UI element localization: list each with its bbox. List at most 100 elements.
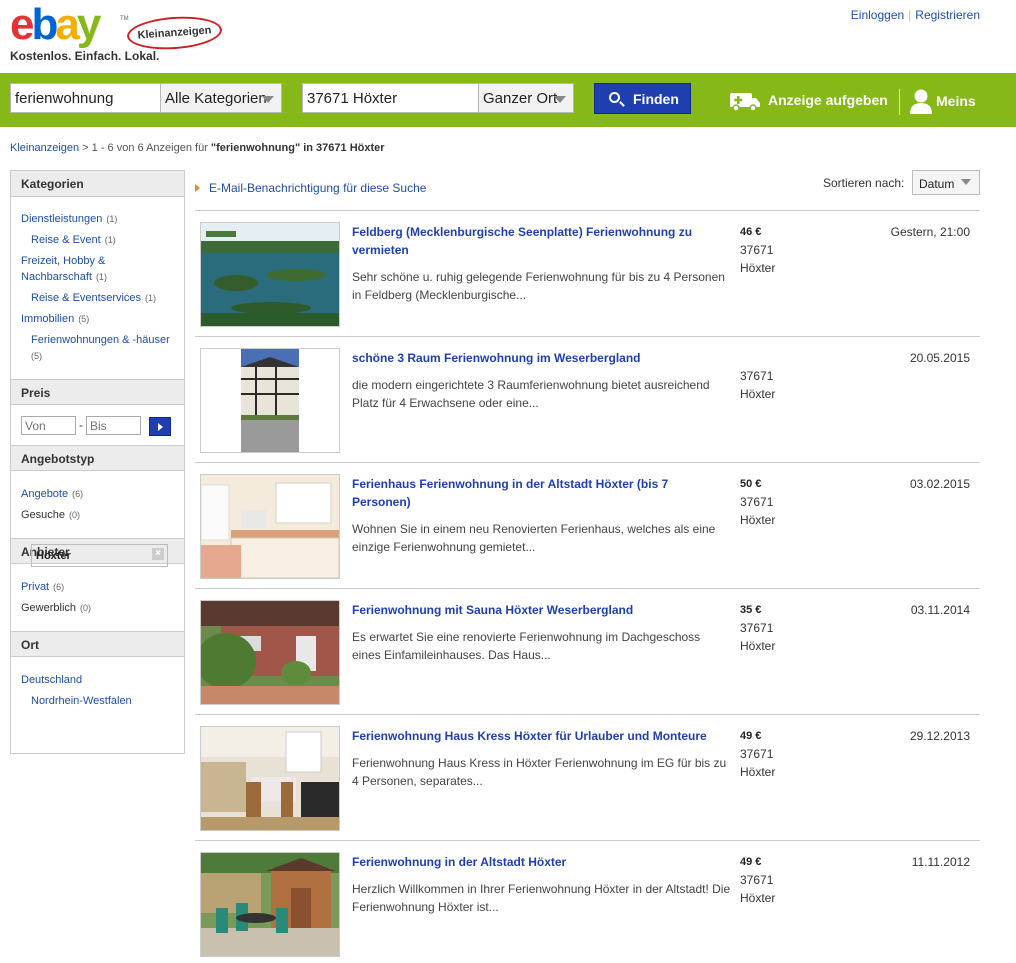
user-icon [910,89,932,114]
lake-photo [201,223,339,326]
account-links: Einloggen | Registrieren [851,8,980,22]
listing-thumbnail[interactable] [200,222,340,327]
category-link-reise-event[interactable]: Reise & Event (1) [31,232,116,248]
listing-price: 46 € [740,226,762,238]
listing-title-link[interactable]: Ferienwohnung Haus Kress Höxter für Urla… [352,727,722,745]
category-link-ferienwohnungen[interactable]: Ferienwohnungen & -häuser (5) [31,332,181,364]
register-link[interactable]: Registrieren [915,8,980,22]
category-count: (5) [31,351,42,361]
category-link-dienstleistungen[interactable]: Dienstleistungen (1) [21,211,117,227]
listing-date: 03.02.2015 [909,477,970,491]
listing-description: Herzlich Willkommen in Ihrer Ferienwohnu… [352,882,731,914]
login-link[interactable]: Einloggen [851,8,904,22]
ebay-kleinanzeigen-logo[interactable]: ebay TM Kleinanzeigen [10,0,224,53]
category-link-label-line2: Nachbarschaft [21,271,92,283]
chevron-down-icon [554,96,566,103]
my-account-label: Meins [936,93,976,109]
email-alert-label: E-Mail-Benachrichtigung für diese Suche [209,181,427,195]
logo-letter-e: e [10,0,35,49]
category-select-value: Alle Kategorien [165,90,267,107]
listing-thumbnail[interactable] [200,348,340,453]
listing-price: 35 € [740,604,762,616]
listing-description: Ferienwohnung Haus Kress in Höxter Ferie… [352,756,727,788]
half-timbered-house-photo [201,349,339,452]
post-ad-truck-icon [730,93,760,112]
search-query-input[interactable]: ferienwohnung [10,83,161,113]
sort-label: Sortieren nach: [823,176,905,190]
result-count-text: > 1 - 6 von 6 Anzeigen für [79,142,211,154]
close-icon[interactable]: × [152,548,164,560]
listing-row[interactable]: Ferienwohnung in der Altstadt Höxter Her… [195,841,980,963]
category-link-label: Dienstleistungen [21,213,103,225]
tagline: Kostenlos. Einfach. Lokal. [10,49,160,63]
provider-count: (0) [80,603,92,613]
radius-select[interactable]: Ganzer Ort [478,83,574,113]
find-button[interactable]: Finden [594,83,691,114]
listing-row[interactable]: Ferienwohnung mit Sauna Höxter Weserberg… [195,589,980,715]
kleinanzeigen-badge: Kleinanzeigen [125,13,224,53]
category-select[interactable]: Alle Kategorien [160,83,282,113]
price-heading: Preis [11,379,184,405]
listing-row[interactable]: Ferienwohnung Haus Kress Höxter für Urla… [195,715,980,841]
dining-room-photo [201,727,339,830]
price-to-input[interactable] [86,416,141,435]
listing-title-link[interactable]: Ferienwohnung mit Sauna Höxter Weserberg… [352,601,722,619]
category-link-label: Freizeit, Hobby & [21,255,106,267]
location-chip-label: Höxter [36,550,71,562]
price-range-dash: - [79,418,83,432]
category-link-freizeit[interactable]: Freizeit, Hobby & Nachbarschaft (1) [21,253,107,285]
offer-type-count: (6) [72,489,84,499]
category-count: (1) [106,214,118,224]
listing-row[interactable]: Feldberg (Mecklenburgische Seenplatte) F… [195,211,980,337]
category-link-immobilien[interactable]: Immobilien (5) [21,311,89,327]
search-bar: ferienwohnung Alle Kategorien 37671 Höxt… [0,73,1016,127]
categories-heading: Kategorien [11,171,184,197]
listing-row[interactable]: Ferienhaus Ferienwohnung in der Altstadt… [195,463,980,589]
listing-city: Höxter [740,387,776,401]
listing-price: 50 € [740,478,762,490]
category-link-label: Immobilien [21,313,75,325]
listing-city: Höxter [740,513,776,527]
listing-thumbnail[interactable] [200,600,340,705]
listing-row[interactable]: schöne 3 Raum Ferienwohnung im Weserberg… [195,337,980,463]
listing-title-link[interactable]: Ferienhaus Ferienwohnung in der Altstadt… [352,475,722,511]
provider-label: Gewerblich [21,602,77,614]
location-link-deutschland[interactable]: Deutschland [21,672,82,688]
listing-price: 49 € [740,730,762,742]
sort-select-value: Datum [919,177,955,191]
listing-title-link[interactable]: Feldberg (Mecklenburgische Seenplatte) F… [352,223,722,259]
link-separator: | [908,8,912,22]
listing-title-link[interactable]: schöne 3 Raum Ferienwohnung im Weserberg… [352,349,722,367]
location-link-nrw[interactable]: Nordrhein-Westfalen [31,693,132,709]
listing-thumbnail[interactable] [200,726,340,831]
listing-thumbnail[interactable] [200,474,340,579]
provider-count: (6) [53,582,65,592]
location-heading: Ort [11,631,184,657]
listing-description: Es erwartet Sie eine renovierte Ferienwo… [352,630,701,662]
sort-select[interactable]: Datum [912,170,980,195]
offer-type-link-angebote[interactable]: Angebote (6) [21,486,83,502]
kitchen-photo [201,475,339,578]
provider-link-privat[interactable]: Privat (6) [21,579,64,595]
ebay-wordmark: ebay [10,0,102,50]
chevron-down-icon [961,179,971,185]
offer-type-link-gesuche[interactable]: Gesuche (0) [21,507,80,523]
logo-letter-y: y [76,0,102,49]
chevron-down-icon [262,96,274,103]
listing-title-link[interactable]: Ferienwohnung in der Altstadt Höxter [352,853,722,871]
offer-type-heading: Angebotstyp [11,445,184,471]
breadcrumb-root-link[interactable]: Kleinanzeigen [10,142,79,154]
category-link-reise-eventservices[interactable]: Reise & Eventservices (1) [31,290,156,306]
category-link-label: Reise & Event [31,234,101,246]
listing-description: Wohnen Sie in einem neu Renovierten Feri… [352,522,716,554]
provider-link-gewerblich[interactable]: Gewerblich (0) [21,600,91,616]
offer-type-count: (0) [69,510,81,520]
price-from-input[interactable] [21,416,76,435]
filter-sidebar: Kategorien Dienstleistungen (1) Reise & E… [10,170,185,754]
listing-zip: 37671 [740,621,774,635]
price-filter-submit-button[interactable] [149,417,171,436]
location-input[interactable]: 37671 Höxter [302,83,479,113]
listing-thumbnail[interactable] [200,852,340,957]
breadcrumb: Kleinanzeigen > 1 - 6 von 6 Anzeigen für… [10,142,385,154]
logo-letter-a: a [55,0,80,49]
